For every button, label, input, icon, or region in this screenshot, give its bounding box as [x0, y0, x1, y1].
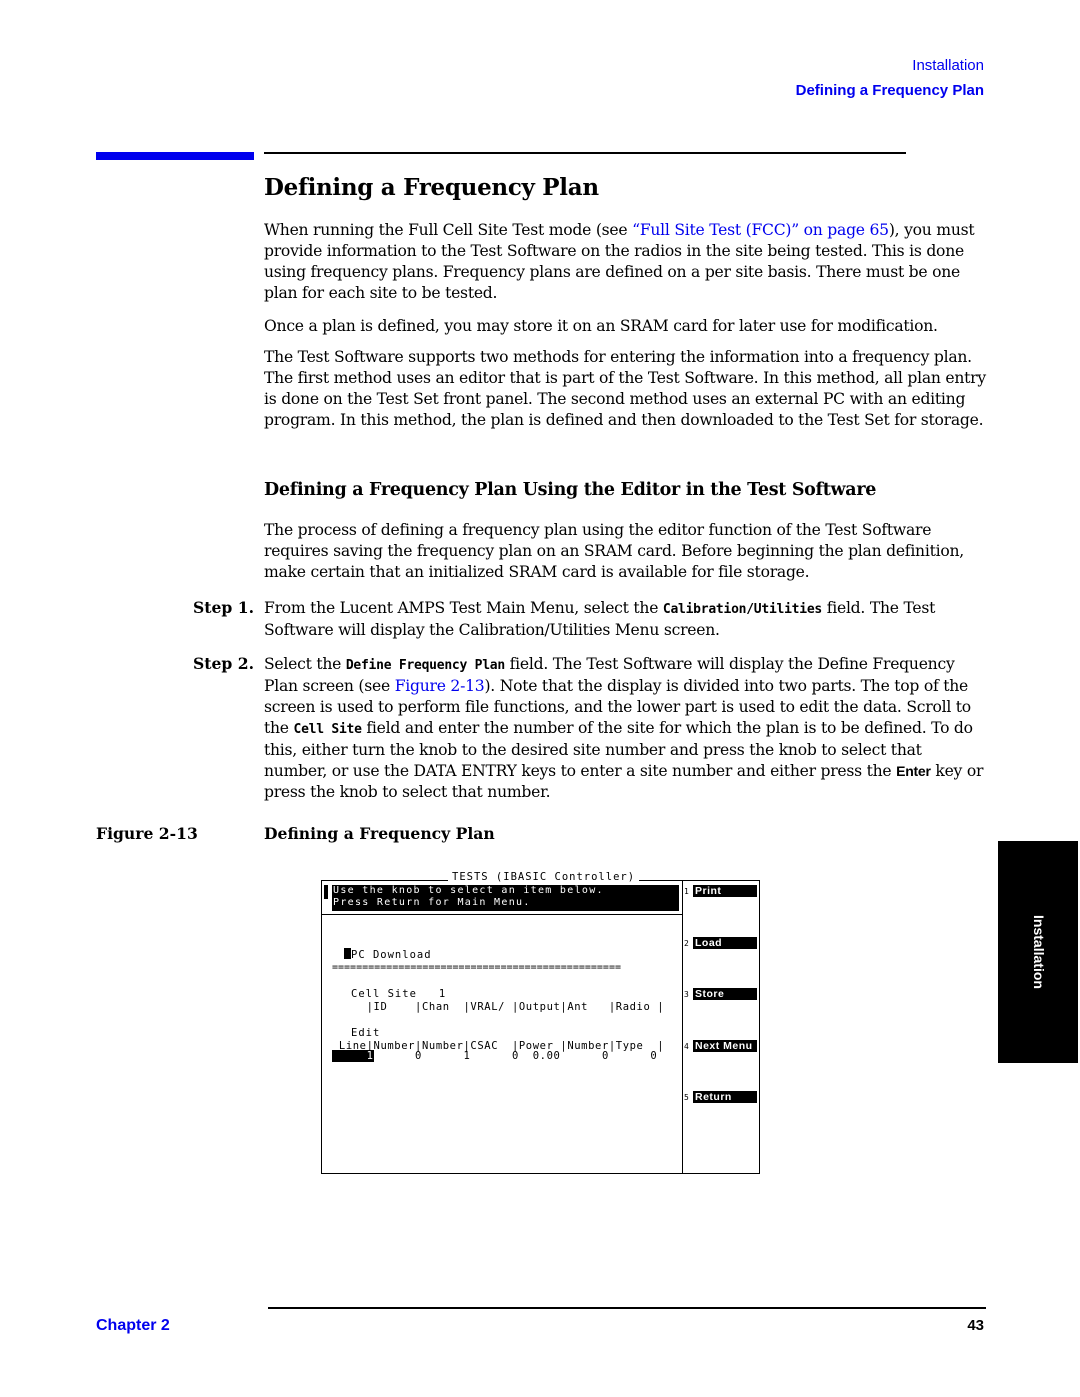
- footer-chapter: Chapter 2: [96, 1317, 170, 1334]
- paragraph-store: Once a plan is defined, you may store it…: [264, 317, 938, 335]
- step-2-text: Select the Define Frequency Plan field. …: [264, 655, 984, 801]
- message-marker: [324, 885, 328, 899]
- code-calibration-utilities: Calibration/Utilities: [662, 602, 822, 617]
- message-box: Use the knob to select an item below. Pr…: [332, 885, 679, 911]
- figure-label: Figure 2-13: [96, 824, 198, 843]
- side-tab-label: Installation: [1031, 915, 1047, 989]
- step-1-text: From the Lucent AMPS Test Main Menu, sel…: [264, 599, 936, 639]
- key-enter: Enter: [896, 763, 931, 779]
- paragraph-process: The process of defining a frequency plan…: [264, 521, 964, 581]
- running-header-section: Installation: [912, 57, 984, 74]
- running-header-title: Defining a Frequency Plan: [795, 82, 984, 99]
- softkey-store[interactable]: 3 Store: [684, 988, 757, 1000]
- section-accent-bar: [96, 152, 254, 160]
- message-separator: [322, 914, 682, 915]
- figure-title: Defining a Frequency Plan: [264, 824, 495, 843]
- softkey-return[interactable]: 5 Return: [684, 1091, 757, 1103]
- plan-table-header: |ID |Chan |VRAL/ |Output|Ant |Radio | Li…: [332, 1001, 665, 1052]
- section-rule: [264, 152, 906, 154]
- table-separator: ========================================…: [332, 962, 621, 973]
- selected-line-cell[interactable]: 1: [332, 1050, 374, 1062]
- paragraph-methods: The Test Software supports two methods f…: [264, 348, 986, 429]
- cursor-icon: [344, 948, 351, 959]
- step-1-label: Step 1.: [193, 598, 254, 617]
- step-2-label: Step 2.: [193, 654, 254, 673]
- footer-rule: [268, 1307, 986, 1309]
- menu-item-pc-download[interactable]: PC Download: [351, 949, 432, 961]
- softkey-load[interactable]: 2 Load: [684, 937, 757, 949]
- link-full-site-test[interactable]: “Full Site Test (FCC)” on page 65: [632, 221, 889, 239]
- page-title: Defining a Frequency Plan: [264, 174, 599, 201]
- subsection-title: Defining a Frequency Plan Using the Edit…: [264, 480, 877, 500]
- page-number: 43: [967, 1317, 984, 1334]
- softkey-next-menu[interactable]: 4 Next Menu: [684, 1040, 757, 1052]
- softkey-print[interactable]: 1 Print: [684, 885, 757, 897]
- test-set-screen: Use the knob to select an item below. Pr…: [321, 880, 760, 1174]
- table-row[interactable]: 1 0 1 0 0.00 0 0: [332, 1050, 657, 1062]
- code-cell-site: Cell Site: [293, 722, 362, 737]
- code-define-frequency-plan: Define Frequency Plan: [345, 658, 505, 673]
- softkey-divider: [682, 881, 683, 1173]
- paragraph-intro: When running the Full Cell Site Test mod…: [264, 221, 975, 302]
- screen-title: TESTS (IBASIC Controller): [448, 871, 640, 883]
- link-figure-2-13[interactable]: Figure 2-13: [395, 677, 485, 695]
